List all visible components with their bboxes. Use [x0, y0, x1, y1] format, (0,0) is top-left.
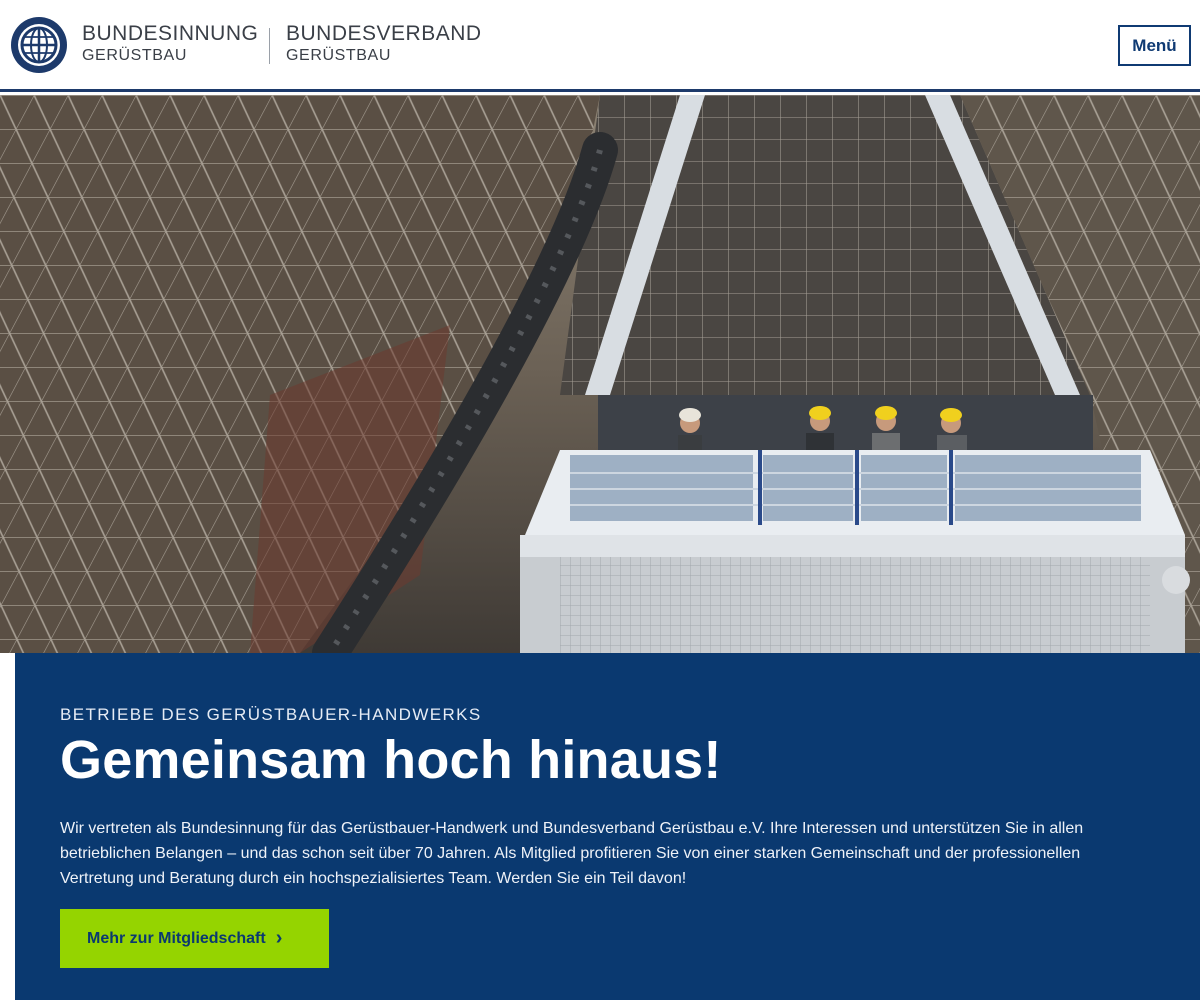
- chevron-right-icon: ›: [275, 927, 283, 949]
- hero-image: [0, 95, 1200, 653]
- brand-divider: [269, 28, 270, 64]
- membership-cta-button[interactable]: Mehr zur Mitgliedschaft ›: [60, 909, 329, 968]
- menu-button[interactable]: Menü: [1118, 25, 1191, 66]
- intro-paragraph: Wir vertreten als Bundesinnung für das G…: [60, 820, 1084, 887]
- brand-left-title: BUNDESINNUNG: [82, 22, 259, 45]
- page-headline: Gemeinsam hoch hinaus!: [60, 730, 722, 790]
- intro-panel: BETRIEBE DES GERÜSTBAUER-HANDWERKS Gemei…: [15, 653, 1200, 1000]
- scaffolding-photo: [0, 95, 1200, 653]
- brand-left-subtitle: GERÜSTBAU: [82, 47, 187, 64]
- cta-label: Mehr zur Mitgliedschaft: [87, 929, 266, 947]
- brand-bundesinnung[interactable]: BUNDESINNUNG GERÜSTBAU: [82, 22, 258, 66]
- brand-bundesverband[interactable]: BUNDESVERBAND GERÜSTBAU: [286, 22, 482, 66]
- eyebrow-text: BETRIEBE DES GERÜSTBAUER-HANDWERKS: [60, 705, 482, 724]
- site-header: BUNDESINNUNG GERÜSTBAU BUNDESVERBAND GER…: [0, 0, 1200, 92]
- brand-right-title: BUNDESVERBAND: [286, 22, 482, 45]
- brand-right-subtitle: GERÜSTBAU: [286, 47, 391, 64]
- globe-logo-icon[interactable]: [10, 16, 68, 74]
